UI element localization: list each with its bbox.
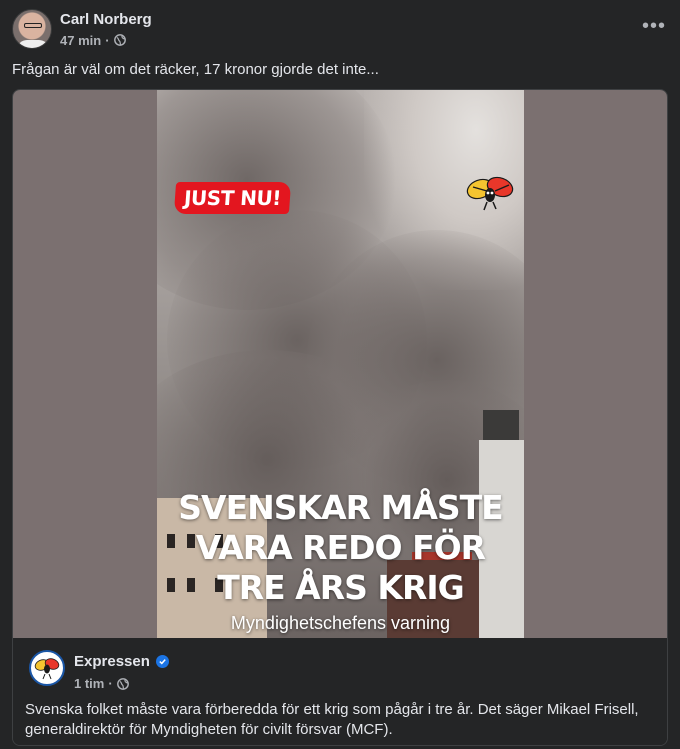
shared-post-footer: Expressen 1 tim · Svenska folket måste v… (13, 638, 667, 745)
shared-link-card[interactable]: JUST NU! SVENSKAR MÅSTE VARA REDO FÖR TR… (12, 89, 668, 746)
headline-line: SVENSKAR MÅSTE (178, 488, 503, 527)
meta-separator: · (108, 676, 113, 691)
page-avatar[interactable] (29, 650, 65, 686)
headline-line: VARA REDO FÖR (195, 528, 486, 567)
shared-post-text: Svenska folket måste vara förberedda för… (25, 701, 639, 738)
shared-media[interactable]: JUST NU! SVENSKAR MÅSTE VARA REDO FÖR TR… (13, 90, 667, 638)
globe-icon[interactable] (116, 677, 129, 690)
avatar-shirt (17, 40, 49, 48)
shared-post-time[interactable]: 1 tim (74, 676, 104, 691)
wasp-logo-icon (466, 176, 514, 211)
video-caption: Myndighetschefens varning (230, 613, 451, 633)
meta-separator: · (105, 32, 110, 48)
avatar-glasses (24, 23, 42, 28)
building-tower (483, 410, 519, 440)
just-nu-badge: JUST NU! (173, 182, 292, 214)
page-name-text[interactable]: Expressen (74, 653, 150, 670)
verified-badge-icon (155, 655, 169, 668)
shared-post-meta: 1 tim · (74, 676, 129, 691)
post-meta: 47 min · (60, 32, 126, 48)
headline-line: TRE ÅRS KRIG (217, 568, 465, 607)
page-name[interactable]: Expressen (74, 653, 169, 670)
author-avatar[interactable] (12, 9, 52, 49)
globe-icon[interactable] (113, 34, 126, 46)
video-thumbnail[interactable]: JUST NU! SVENSKAR MÅSTE VARA REDO FÖR TR… (157, 90, 524, 638)
post-time[interactable]: 47 min (60, 33, 101, 48)
author-name[interactable]: Carl Norberg (60, 11, 152, 28)
expressen-logo-icon (33, 654, 61, 682)
video-headline: SVENSKAR MÅSTE VARA REDO FÖR TRE ÅRS KRI… (157, 488, 524, 608)
post-text: Frågan är väl om det räcker, 17 kronor g… (12, 61, 379, 78)
feed-post: Carl Norberg 47 min · ••• Frågan är väl … (0, 0, 680, 749)
more-options-button[interactable]: ••• (640, 12, 668, 40)
